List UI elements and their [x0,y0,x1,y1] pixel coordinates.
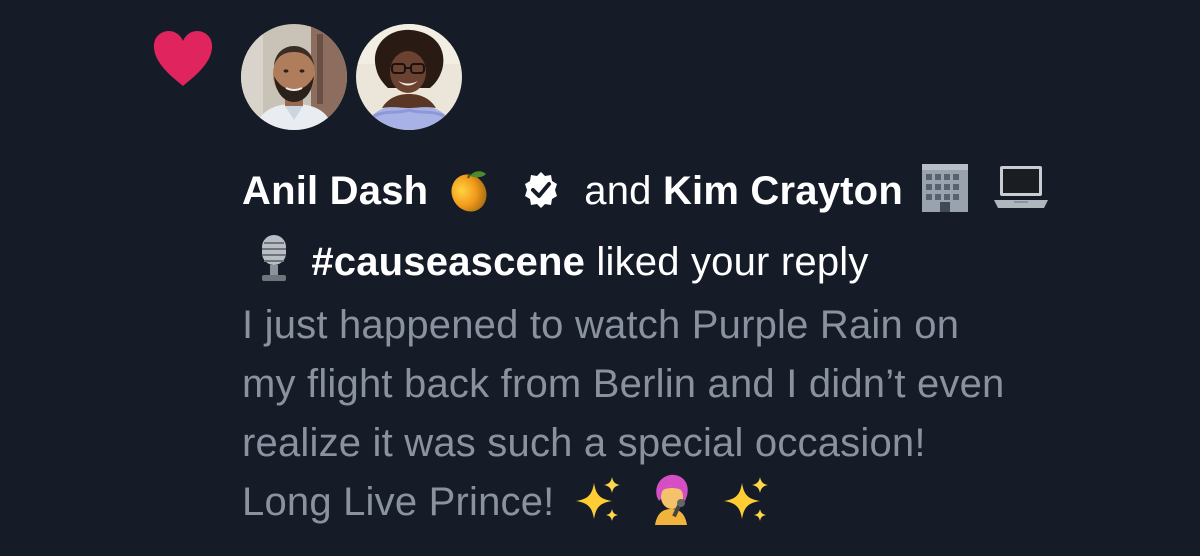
reply-line: Long Live Prince! [242,480,555,524]
reply-line: I just happened to watch Purple Rain on [242,303,960,347]
hashtag-causeascene[interactable]: #causeascene [311,240,585,284]
user-name-kim-crayton[interactable]: Kim Crayton [663,169,903,213]
reply-line-last: Long Live Prince! [242,473,1172,542]
user-name-anil-dash[interactable]: Anil Dash [242,169,428,213]
verified-badge-icon [524,172,557,208]
reply-line: realize it was such a special occasion! [242,421,926,465]
laptop-icon [992,160,1050,231]
sparkles-icon [572,475,622,542]
reply-text[interactable]: I just happened to watch Purple Rain on … [242,296,1172,542]
action-text: liked your reply [596,240,869,284]
office-building-icon [918,160,972,231]
connector-text: and [584,169,652,213]
microphone-icon [252,231,296,302]
sparkles-icon [720,475,770,542]
woman-singer-icon [645,473,697,542]
heart-icon [153,31,213,86]
notification-text: Anil Dash and Kim Crayton #causeascene l… [242,160,1172,302]
notification-item[interactable]: Anil Dash and Kim Crayton #causeascene l… [0,0,1200,556]
avatar-anil-dash[interactable] [241,24,347,130]
reply-line: my flight back from Berlin and I didn’t … [242,362,1005,406]
mango-icon [444,166,492,231]
avatar-kim-crayton[interactable] [356,24,462,130]
